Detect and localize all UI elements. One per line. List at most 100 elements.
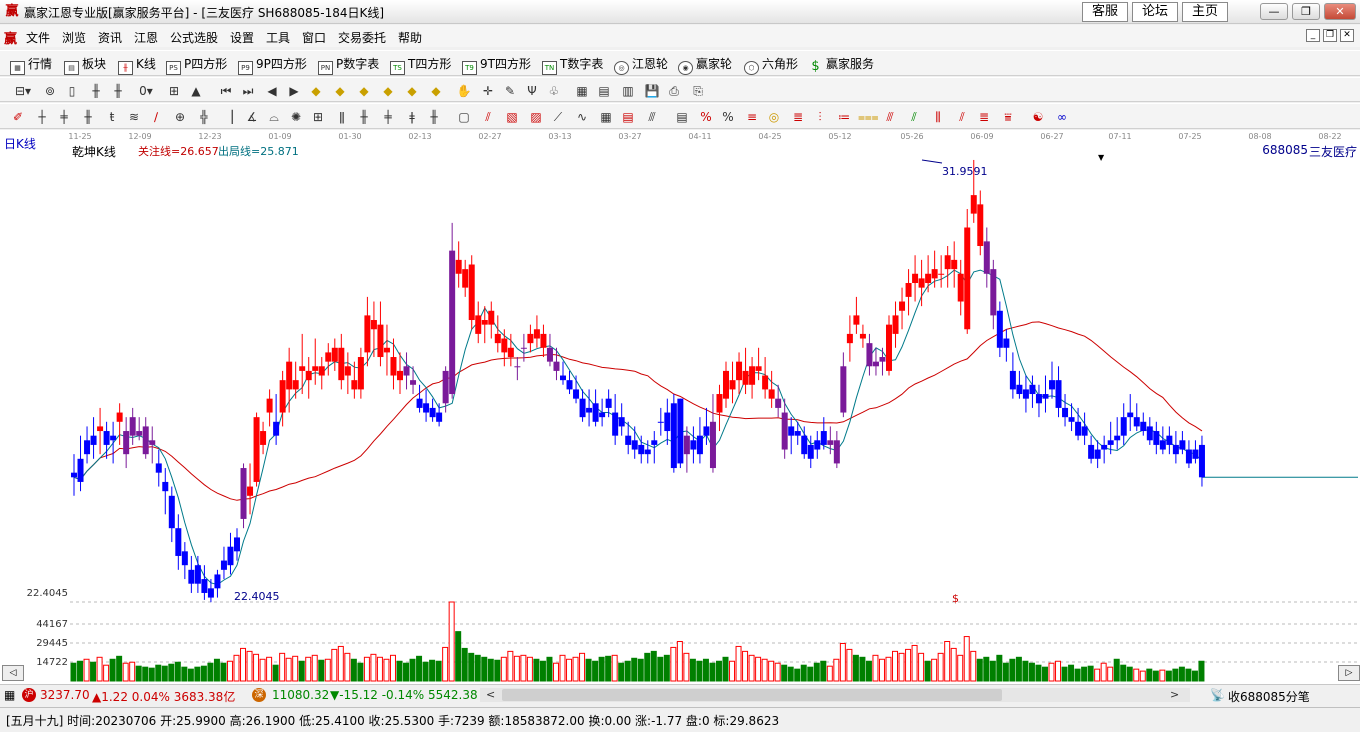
zero-dropdown[interactable]: 0▾ — [134, 83, 158, 99]
bars-tool-icon-2[interactable]: ╪ — [56, 109, 72, 125]
box-tool-icon[interactable]: ▧ — [504, 109, 520, 125]
kline-up-icon[interactable]: ╫ — [88, 83, 104, 99]
sectors-button[interactable]: ▤ 板块 — [64, 55, 106, 75]
winner-service-button[interactable]: $ 赢家服务 — [808, 55, 874, 73]
doc-icon[interactable]: ▯ — [64, 83, 80, 99]
grid-red-icon[interactable]: ▤ — [620, 109, 636, 125]
angle-icon[interactable]: ∡ — [244, 109, 260, 125]
diamond-icon-4[interactable]: ◆ — [380, 83, 396, 99]
lines-tool-icon-4[interactable]: ǂ — [404, 109, 420, 125]
print-icon[interactable]: ⎙ — [666, 83, 682, 99]
table-tool-icon[interactable]: ▦ — [598, 109, 614, 125]
fork-icon[interactable]: Ψ — [524, 83, 540, 99]
horizontal-scrollbar[interactable]: < > — [480, 688, 1190, 702]
mdi-minimize-button[interactable]: _ — [1306, 29, 1320, 42]
minimize-button[interactable]: — — [1260, 3, 1288, 20]
p-number-table-button[interactable]: PN P数字表 — [318, 55, 379, 75]
kline-button[interactable]: ╫ K线 — [118, 55, 156, 75]
quotes-button[interactable]: ▦ 行情 — [10, 55, 52, 75]
save-icon[interactable]: 💾 — [644, 83, 660, 99]
menu-tools[interactable]: 工具 — [266, 29, 290, 46]
9t-square-button[interactable]: T9 9T四方形 — [462, 55, 531, 75]
sun-icon[interactable]: ✺ — [288, 109, 304, 125]
lines-tool-icon-3[interactable]: ╪ — [380, 109, 396, 125]
gann-wheel-button[interactable]: ◎ 江恩轮 — [614, 55, 668, 75]
hexagon-button[interactable]: ⬡ 六角形 — [744, 55, 798, 75]
t-number-table-button[interactable]: TN T数字表 — [542, 55, 603, 75]
kline-chart[interactable]: 11-25 12-09 12-23 01-09 01-30 02-13 02-27 03-13… — [0, 130, 1360, 684]
fan-tool-icon[interactable]: ⫽ — [480, 109, 496, 125]
fib-icon-9[interactable]: ⩸ — [1000, 109, 1016, 125]
tool-icon-a[interactable]: ⊞ — [166, 83, 182, 99]
tick-data-link[interactable]: 收688085分笔 — [1228, 688, 1310, 705]
menu-window[interactable]: 窗口 — [302, 29, 326, 46]
slope-tool-icon[interactable]: ⟋ — [550, 109, 566, 125]
diag-tool-icon[interactable]: ⫻ — [644, 109, 660, 125]
yin-yang-icon[interactable]: ☯ — [1030, 109, 1046, 125]
fib-icon-6[interactable]: ⫼ — [930, 109, 946, 125]
coin-icon[interactable]: ◎ — [766, 109, 782, 125]
calendar-icon[interactable]: ▦ — [574, 83, 590, 99]
mdi-close-button[interactable]: ✕ — [1340, 29, 1354, 42]
lines-tool-icon-5[interactable]: ╫ — [426, 109, 442, 125]
infinity-icon[interactable]: ∞ — [1054, 109, 1070, 125]
mdi-restore-button[interactable]: ❐ — [1323, 29, 1337, 42]
menu-gann[interactable]: 江恩 — [134, 29, 158, 46]
circle-grid-icon[interactable]: ⊕ — [172, 109, 188, 125]
chart-tool-icon[interactable]: ⊚ — [42, 83, 58, 99]
bars-tool-icon-4[interactable]: ŧ — [104, 109, 120, 125]
t-square-button[interactable]: TS T四方形 — [390, 55, 451, 75]
sz-index-value[interactable]: 11080.32 — [272, 688, 329, 702]
diamond-icon-2[interactable]: ◆ — [332, 83, 348, 99]
scroll-thumb[interactable] — [502, 689, 1002, 701]
fib-icon-7[interactable]: ⫽ — [954, 109, 970, 125]
grid-icon[interactable]: ▦ — [4, 688, 15, 702]
lines-tool-icon-1[interactable]: ǁ — [334, 109, 350, 125]
winner-wheel-button[interactable]: ◉ 赢家轮 — [678, 55, 732, 75]
diamond-icon-6[interactable]: ◆ — [428, 83, 444, 99]
bars-tool-icon-6[interactable]: ╬ — [196, 109, 212, 125]
percent-icon[interactable]: % — [720, 109, 736, 125]
tool-icon-b[interactable]: ▲ — [188, 83, 204, 99]
diamond-icon-5[interactable]: ◆ — [404, 83, 420, 99]
kline-down-icon[interactable]: ╫ — [110, 83, 126, 99]
levels-icon-2[interactable]: ≣ — [790, 109, 806, 125]
fib-icon-8[interactable]: ≣ — [976, 109, 992, 125]
home-link[interactable]: 主页 — [1182, 2, 1228, 22]
lines-tool-icon-2[interactable]: ╫ — [356, 109, 372, 125]
forum-link[interactable]: 论坛 — [1132, 2, 1178, 22]
pen-icon[interactable]: ✎ — [502, 83, 518, 99]
zoom-out-button[interactable]: ◁ — [2, 665, 24, 681]
brush-icon[interactable]: ✐ — [10, 109, 26, 125]
fib-icon-1[interactable]: ⫶ — [812, 109, 828, 125]
menu-help[interactable]: 帮助 — [398, 29, 422, 46]
scroll-right-icon[interactable]: > — [1170, 688, 1179, 701]
percent-cross-icon[interactable]: % — [698, 109, 714, 125]
diamond-icon-3[interactable]: ◆ — [356, 83, 372, 99]
scroll-left-icon[interactable]: < — [486, 688, 495, 701]
hatch-tool-icon[interactable]: ▨ — [528, 109, 544, 125]
next-icon[interactable]: ▶ — [286, 83, 302, 99]
fib-icon-3[interactable]: ⩶ — [858, 109, 879, 125]
diamond-icon-1[interactable]: ◆ — [308, 83, 324, 99]
fib-icon-2[interactable]: ≔ — [836, 109, 852, 125]
fib-icon-4[interactable]: ⫻ — [882, 109, 898, 125]
bars-tool-icon-3[interactable]: ╫ — [80, 109, 96, 125]
export-icon[interactable]: ⎘ — [690, 83, 706, 99]
line-red-icon[interactable]: ∕ — [148, 109, 164, 125]
grid-tool-icon[interactable]: ⊞ — [310, 109, 326, 125]
menu-browse[interactable]: 浏览 — [62, 29, 86, 46]
table-icon[interactable]: ▥ — [620, 83, 636, 99]
bars-tool-icon-7[interactable]: ▕ — [220, 109, 236, 125]
9p-square-button[interactable]: P9 9P四方形 — [238, 55, 307, 75]
rect-tool-icon[interactable]: ▢ — [456, 109, 472, 125]
menu-file[interactable]: 文件 — [26, 29, 50, 46]
hand-icon[interactable]: ✋ — [456, 83, 472, 99]
crosshair-icon[interactable]: ✛ — [480, 83, 496, 99]
arc-icon[interactable]: ⌓ — [266, 109, 282, 125]
list-tool-icon[interactable]: ▤ — [674, 109, 690, 125]
maximize-button[interactable]: ❐ — [1292, 3, 1320, 20]
bars-tool-icon-5[interactable]: ≋ — [126, 109, 142, 125]
wave-tool-icon[interactable]: ∿ — [574, 109, 590, 125]
menu-settings[interactable]: 设置 — [230, 29, 254, 46]
